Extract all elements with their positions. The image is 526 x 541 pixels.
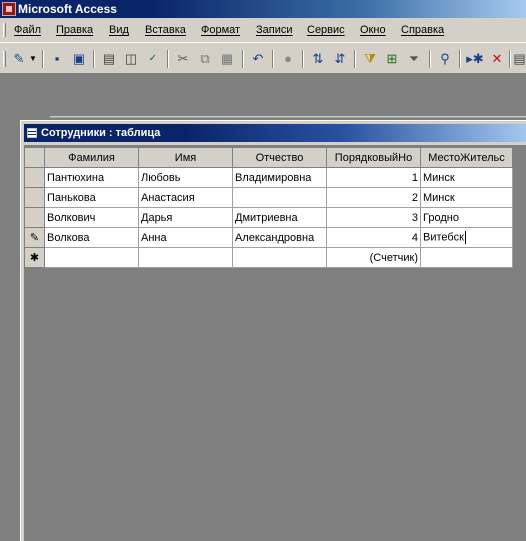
table-window-title: Сотрудники : таблица (41, 127, 161, 139)
table-cell[interactable]: Владимировна (232, 167, 327, 188)
table-cell[interactable]: Панькова (44, 187, 139, 208)
active-cell[interactable]: Витебск (420, 227, 513, 248)
table-cell[interactable]: Любовь (138, 167, 233, 188)
table-cell[interactable] (232, 187, 327, 208)
table-row: Панькова Анастасия 2 Минск (24, 187, 513, 208)
menu-edit[interactable]: Правка (56, 23, 93, 37)
spelling-icon[interactable]: ✓ (144, 50, 162, 68)
copy-icon[interactable]: ⧉ (196, 50, 214, 68)
print-preview-icon[interactable]: ◫ (122, 50, 140, 68)
table-cell[interactable]: 4 (326, 227, 421, 248)
hyperlink-icon[interactable]: ● (279, 50, 297, 68)
dropdown-arrow-icon[interactable]: ▼ (28, 50, 38, 68)
table-window: Сотрудники : таблица Фамилия Имя Отчеств… (20, 120, 526, 541)
new-record-icon[interactable]: ✱ (24, 247, 45, 268)
column-header[interactable]: Отчество (232, 147, 327, 168)
table-row: Волкович Дарья Дмитриевна 3 Гродно (24, 207, 513, 228)
table-cell[interactable]: Волкова (44, 227, 139, 248)
select-all-corner[interactable] (24, 147, 45, 168)
row-selector[interactable] (24, 207, 45, 228)
table-cell[interactable] (420, 247, 513, 268)
table-cell[interactable]: Минск (420, 187, 513, 208)
table-cell[interactable]: 1 (326, 167, 421, 188)
column-header[interactable]: Фамилия (44, 147, 139, 168)
table-cell[interactable]: Волкович (44, 207, 139, 228)
row-selector[interactable] (24, 167, 45, 188)
table-cell[interactable]: Анастасия (138, 187, 233, 208)
table-cell[interactable]: Дарья (138, 207, 233, 228)
table-cell[interactable]: Гродно (420, 207, 513, 228)
table-window-title-bar[interactable]: Сотрудники : таблица (24, 124, 526, 142)
menu-window[interactable]: Окно (360, 23, 386, 37)
table-cell[interactable]: 3 (326, 207, 421, 228)
toolbar-grip[interactable] (3, 51, 6, 67)
autonumber-hint[interactable]: (Счетчик) (326, 247, 421, 268)
paste-icon[interactable]: ▦ (218, 50, 236, 68)
table-icon[interactable] (27, 128, 37, 138)
menu-help[interactable]: Справка (401, 23, 444, 37)
menu-records[interactable]: Записи (256, 23, 293, 37)
column-header[interactable]: ПорядковыйНо (326, 147, 421, 168)
cut-icon[interactable]: ✂ (174, 50, 192, 68)
table-row: Пантюхина Любовь Владимировна 1 Минск (24, 167, 513, 188)
table-cell[interactable] (138, 247, 233, 268)
pencil-icon[interactable]: ✎ (24, 227, 45, 248)
menu-bar: Файл Правка Вид Вставка Формат Записи Се… (0, 18, 526, 42)
menu-bar-grip[interactable] (3, 23, 6, 37)
column-header[interactable]: Имя (138, 147, 233, 168)
table-row-editing: ✎ Волкова Анна Александровна 4 Витебск (24, 227, 513, 248)
menu-format[interactable]: Формат (201, 23, 240, 37)
properties-icon[interactable]: ▤ (513, 50, 526, 68)
menu-tools[interactable]: Сервис (307, 23, 345, 37)
column-header-row: Фамилия Имя Отчество ПорядковыйНо МестоЖ… (24, 147, 513, 168)
menu-insert[interactable]: Вставка (145, 23, 186, 37)
column-header[interactable]: МестоЖительс (420, 147, 513, 168)
save-icon[interactable]: ▪ (48, 50, 66, 68)
menu-view[interactable]: Вид (109, 23, 129, 37)
apply-filter-icon[interactable]: ⏷ (405, 50, 423, 68)
new-record-icon[interactable]: ▸✱ (466, 50, 484, 68)
datasheet-area: Фамилия Имя Отчество ПорядковыйНо МестоЖ… (24, 145, 526, 541)
row-selector[interactable] (24, 187, 45, 208)
table-cell[interactable]: Александровна (232, 227, 327, 248)
design-view-icon[interactable]: ✎ (10, 50, 28, 68)
sort-ascending-icon[interactable]: ⇅ (309, 50, 327, 68)
new-record-row: ✱ (Счетчик) (24, 247, 513, 268)
table-cell[interactable] (232, 247, 327, 268)
database-toolbar: ✎ ▼ ▪ ▣ ▤ ◫ ✓ ✂ ⧉ ▦ ↶ ● ⇅ ⇵ ⧩ ⊞ ⏷ ⚲ ▸✱ ✕… (0, 42, 526, 74)
table-cell[interactable]: Минск (420, 167, 513, 188)
active-cell-text: Витебск (423, 231, 464, 244)
text-cursor (464, 231, 466, 244)
table-cell[interactable]: 2 (326, 187, 421, 208)
filter-by-selection-icon[interactable]: ⧩ (361, 50, 379, 68)
delete-record-icon[interactable]: ✕ (488, 50, 506, 68)
app-title-bar: Microsoft Access (0, 0, 526, 18)
find-icon[interactable]: ⚲ (436, 50, 454, 68)
table-cell[interactable]: Анна (138, 227, 233, 248)
table-cell[interactable]: Дмитриевна (232, 207, 327, 228)
file-search-icon[interactable]: ▣ (70, 50, 88, 68)
sort-descending-icon[interactable]: ⇵ (331, 50, 349, 68)
minimized-window-edge (50, 116, 526, 118)
access-app-icon[interactable] (2, 2, 16, 16)
table-cell[interactable]: Пантюхина (44, 167, 139, 188)
filter-by-form-icon[interactable]: ⊞ (383, 50, 401, 68)
menu-file[interactable]: Файл (14, 23, 41, 37)
table-cell[interactable] (44, 247, 139, 268)
datasheet-grid: Фамилия Имя Отчество ПорядковыйНо МестоЖ… (24, 147, 513, 268)
print-icon[interactable]: ▤ (100, 50, 118, 68)
undo-icon[interactable]: ↶ (249, 50, 267, 68)
app-title: Microsoft Access (18, 2, 117, 16)
